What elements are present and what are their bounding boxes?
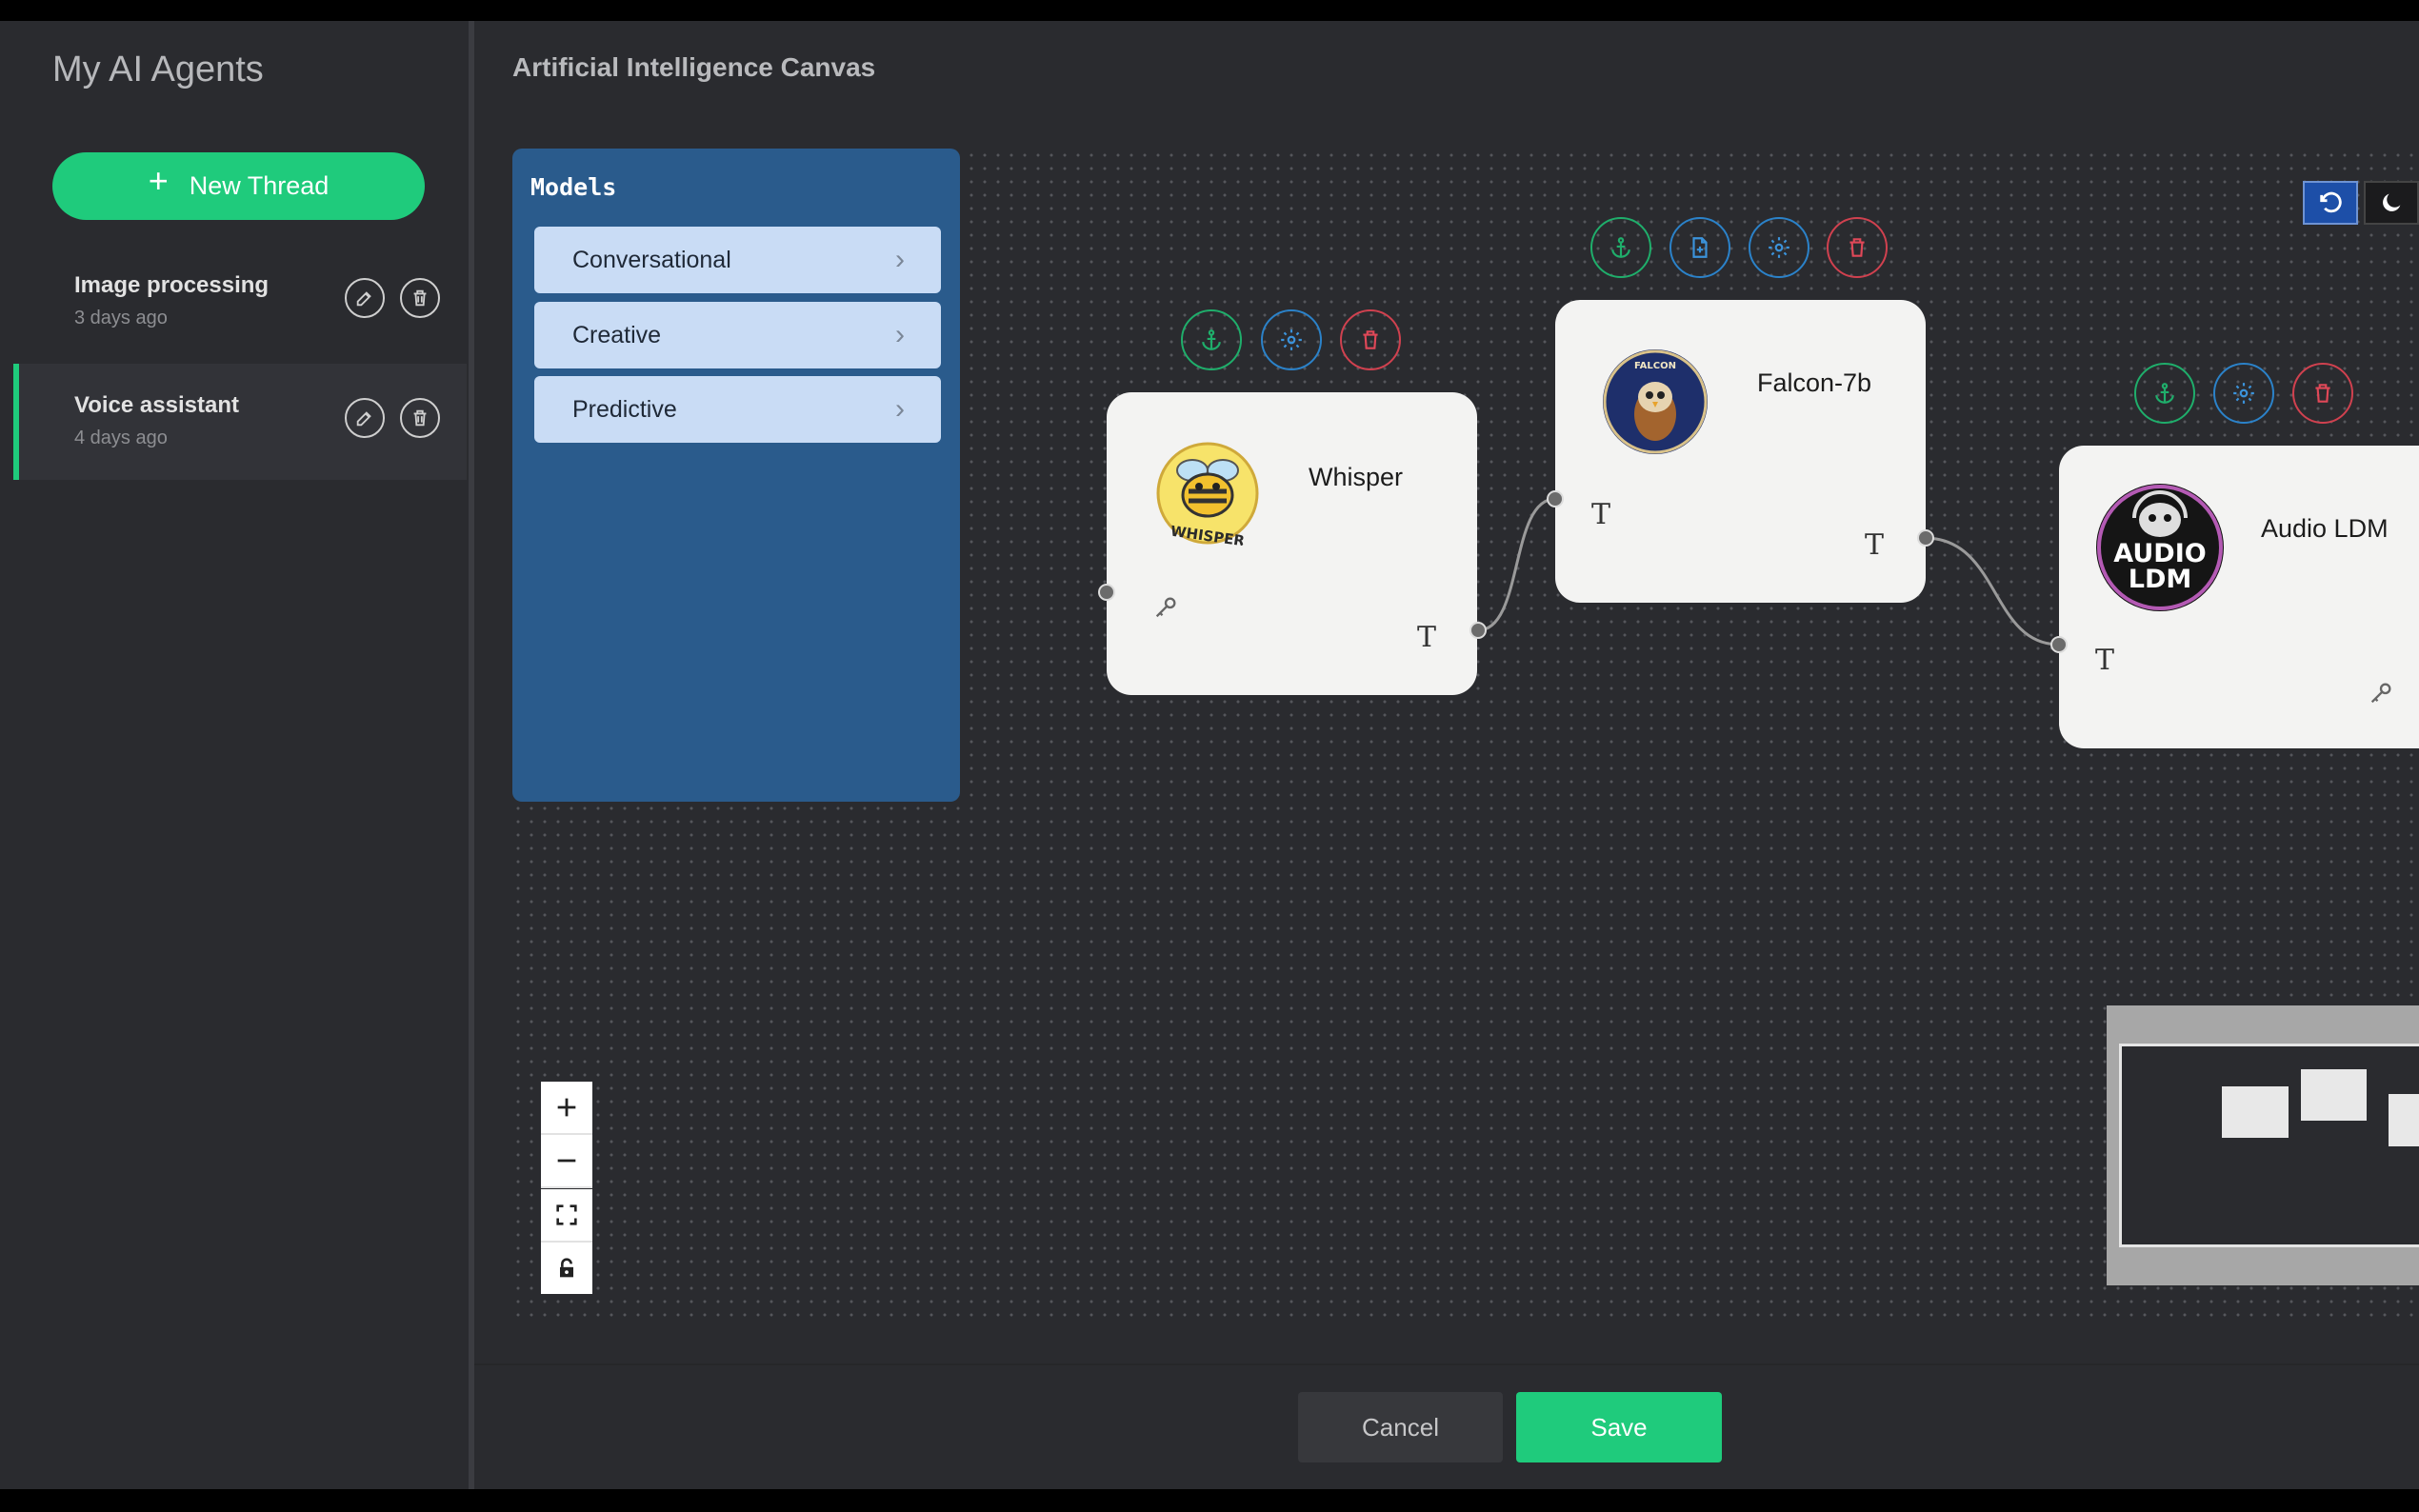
trash-icon [2315,384,2330,403]
input-handle[interactable] [1547,490,1564,507]
zoom-in-button[interactable] [541,1082,592,1135]
minimap-node [2222,1086,2289,1138]
cancel-button[interactable]: Cancel [1298,1392,1503,1462]
output-handle[interactable] [1917,529,1934,547]
node-edges [1477,497,2060,647]
anchor-icon [1611,237,1630,258]
fit-view-button[interactable] [541,1189,592,1243]
settings-button[interactable] [2213,363,2274,424]
text-input-icon: T [2095,644,2115,677]
audio-ldm-monkey-logo: AUDIO LDM [2096,484,2224,611]
document-icon [1692,237,1708,258]
plus-icon [557,1098,576,1117]
input-handle[interactable] [2050,636,2068,653]
minimap-node [2389,1094,2419,1146]
text-input-icon: T [1591,498,1611,531]
minus-icon [557,1159,576,1163]
edge-whisper-falcon [1477,497,1556,632]
audio-ldm-logo-text: AUDIO LDM [2096,541,2224,592]
document-button[interactable] [1669,217,1730,278]
lock-button[interactable] [541,1243,592,1294]
anchor-button[interactable] [1181,309,1242,370]
delete-node-button[interactable] [1827,217,1888,278]
whisper-bee-logo: WHISPER [1147,434,1269,556]
key-icon [2370,683,2391,704]
moon-icon [2383,193,2401,211]
theme-toggle-button[interactable] [2364,181,2419,225]
key-icon [1155,597,1176,618]
lock-icon [560,1258,573,1278]
node-title: Audio LDM [2261,514,2389,543]
output-handle[interactable] [1469,622,1487,639]
trash-icon [1363,330,1378,349]
trash-icon [1849,238,1865,257]
logo-text-line: LDM [2128,565,2192,594]
anchor-button[interactable] [2134,363,2195,424]
node-audio-ldm[interactable]: AUDIO LDM Audio LDM T [2059,446,2419,748]
logo-text-line: AUDIO [2113,539,2207,568]
falcon-logo-text: FALCON [1633,361,1676,371]
node-falcon-7b[interactable]: FALCON Falcon-7b T T [1555,300,1926,603]
delete-node-button[interactable] [2292,363,2353,424]
falcon-bird-logo: FALCON [1603,349,1708,454]
input-handle[interactable] [1098,584,1115,601]
node-whisper[interactable]: WHISPER Whisper T [1107,392,1477,695]
text-output-icon: T [1865,528,1885,562]
settings-button[interactable] [1261,309,1322,370]
text-output-icon: T [1417,621,1437,654]
node-title: Falcon-7b [1757,368,1872,397]
gear-icon [1769,237,1789,258]
anchor-icon [2155,383,2174,404]
delete-node-button[interactable] [1340,309,1401,370]
settings-button[interactable] [1749,217,1809,278]
fit-view-icon [556,1204,577,1225]
undo-icon [2320,191,2342,213]
minimap-viewport [2119,1044,2419,1247]
zoom-out-button[interactable] [541,1135,592,1188]
node-title: Whisper [1309,463,1404,491]
gear-icon [2233,383,2254,404]
anchor-button[interactable] [1590,217,1651,278]
save-button[interactable]: Save [1516,1392,1722,1462]
edge-falcon-audioldm [1924,536,2060,647]
minimap-node [2301,1069,2367,1121]
reset-view-button[interactable] [2303,181,2358,225]
gear-icon [1281,329,1302,350]
anchor-icon [1202,329,1221,350]
